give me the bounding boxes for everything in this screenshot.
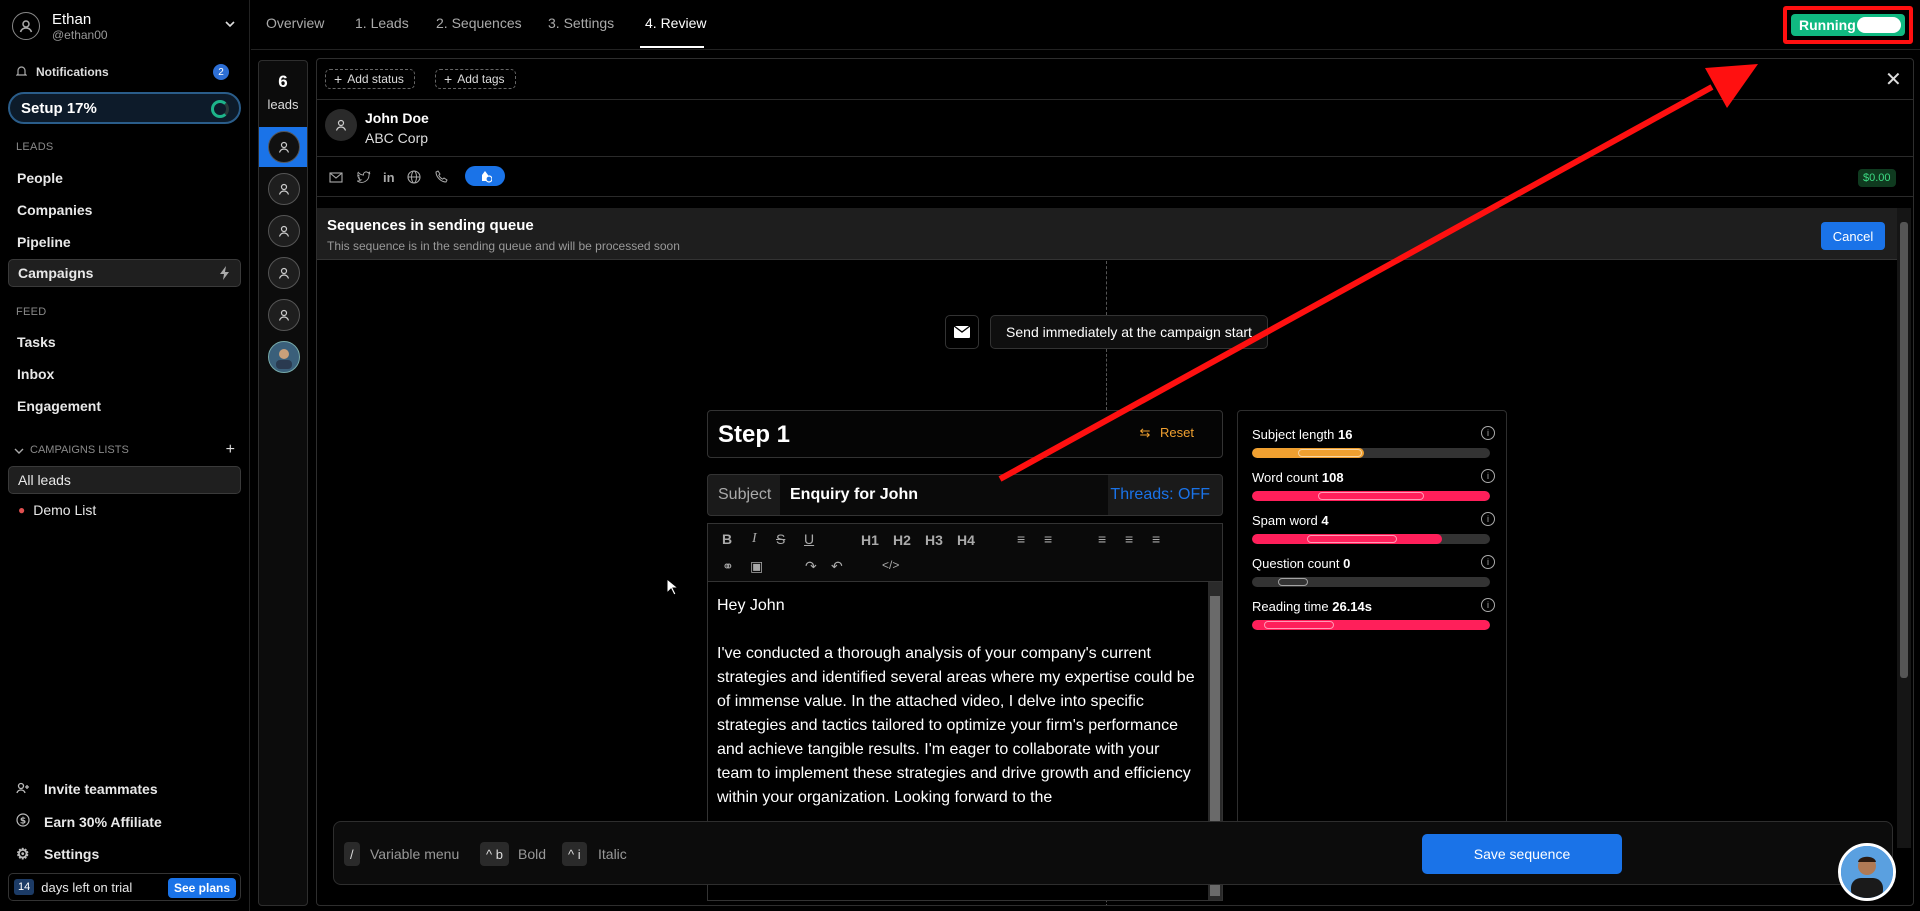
annotation-arrow <box>998 64 1758 482</box>
support-chat-avatar[interactable] <box>1838 843 1896 901</box>
